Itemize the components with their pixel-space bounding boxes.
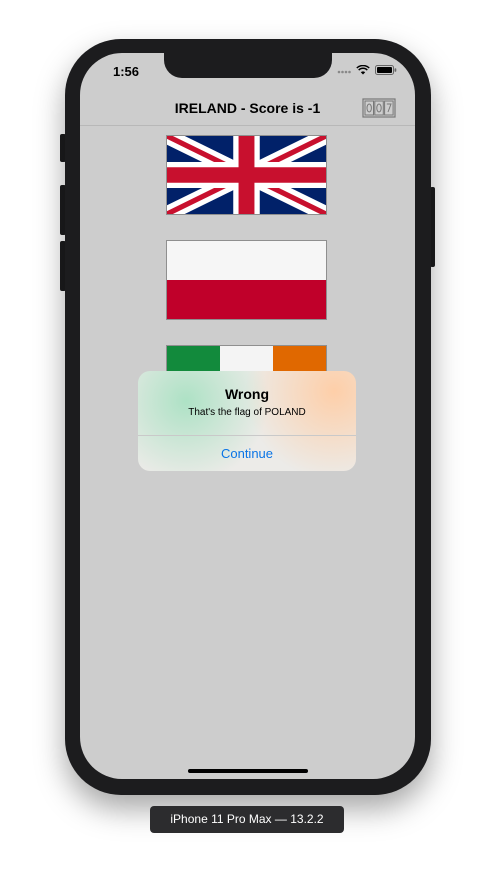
score-counter-icon[interactable] xyxy=(362,97,396,119)
wrong-answer-alert: Wrong That's the flag of POLAND Continue xyxy=(138,371,356,471)
status-icons xyxy=(337,65,397,75)
cellular-signal-icon xyxy=(337,70,351,74)
flag-button-poland[interactable] xyxy=(166,240,327,320)
flag-button-united-kingdom[interactable] xyxy=(166,135,327,215)
poland-flag-red-band xyxy=(167,280,326,319)
battery-icon xyxy=(375,65,397,75)
notch xyxy=(164,53,332,78)
poland-flag-white-band xyxy=(167,241,326,280)
united-kingdom-flag-image xyxy=(167,136,326,214)
status-time: 1:56 xyxy=(113,64,140,79)
alert-message: That's the flag of POLAND xyxy=(188,407,306,418)
device-label: iPhone 11 Pro Max — 13.2.2 xyxy=(150,806,344,833)
wifi-icon xyxy=(356,65,370,75)
screen: 1:56 IRELAND - Score is -1 Wrong That's … xyxy=(80,53,415,779)
continue-button[interactable]: Continue xyxy=(138,436,356,471)
alert-title: Wrong xyxy=(224,386,270,402)
navigation-bar: IRELAND - Score is -1 xyxy=(80,93,415,126)
home-indicator[interactable] xyxy=(188,769,308,773)
